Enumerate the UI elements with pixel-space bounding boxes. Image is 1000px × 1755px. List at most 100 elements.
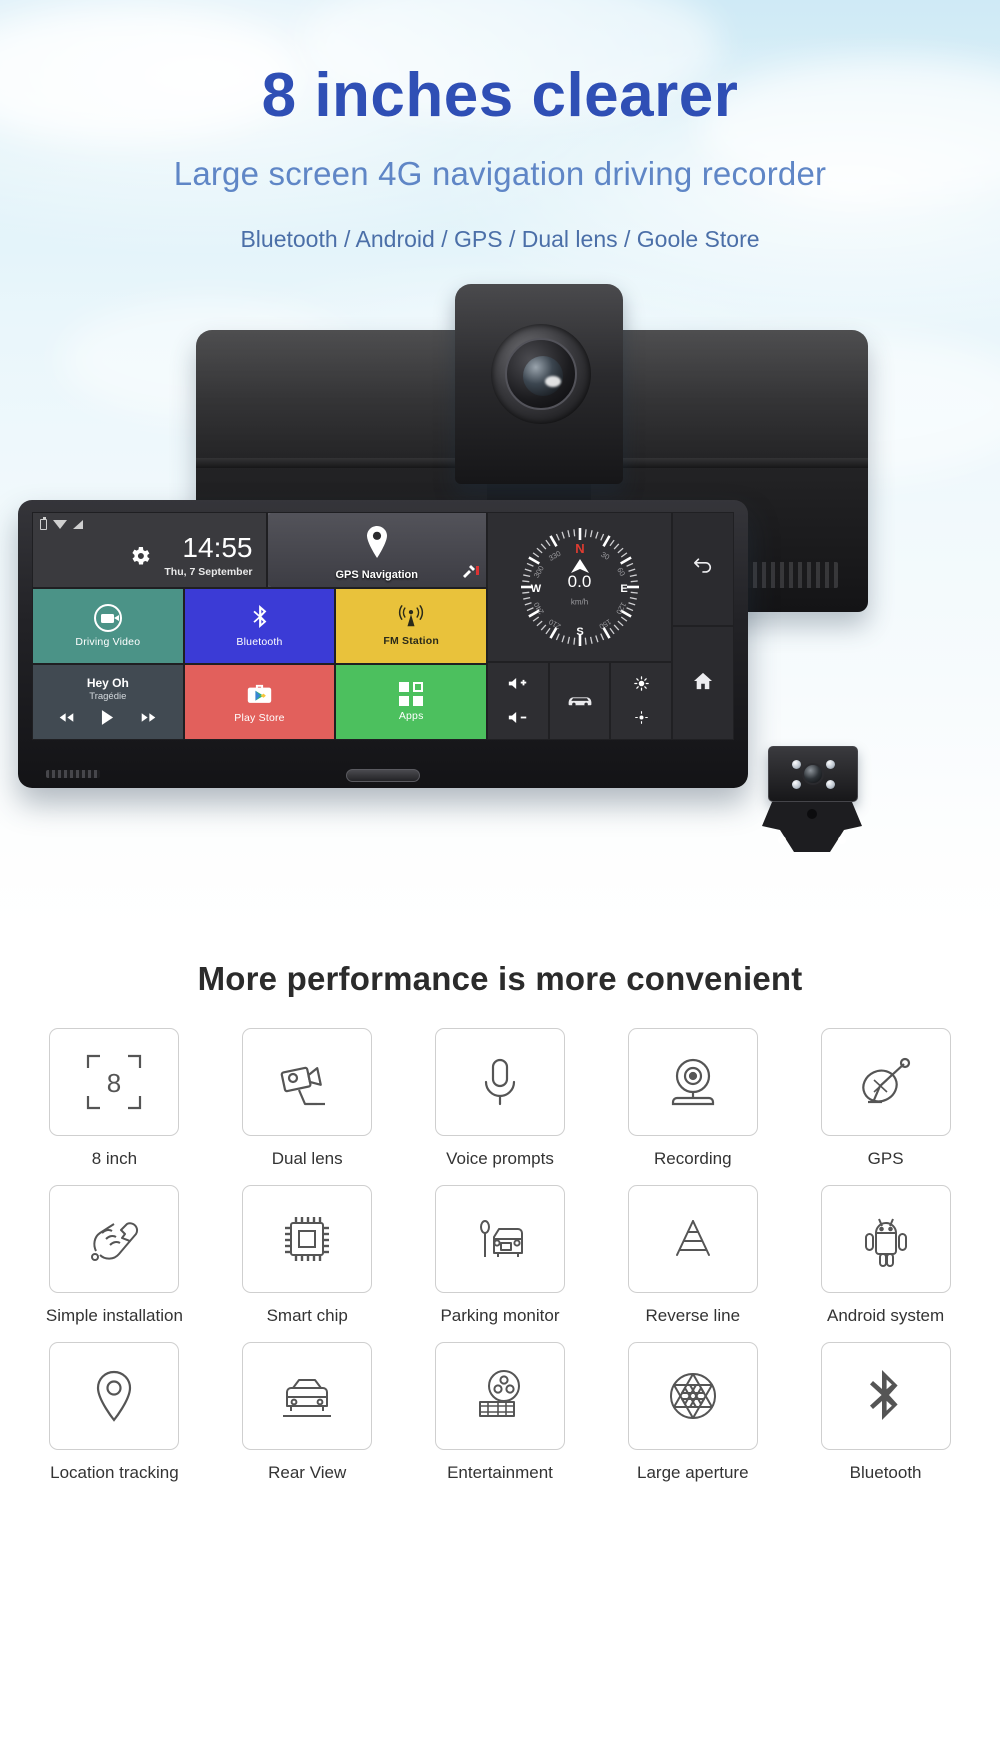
back-button[interactable] bbox=[672, 512, 734, 626]
feature-label: Voice prompts bbox=[446, 1149, 554, 1168]
music-controls bbox=[58, 709, 157, 728]
location-pin-icon bbox=[97, 1370, 132, 1422]
hero-title: 8 inches clearer bbox=[261, 61, 739, 130]
svg-text:8: 8 bbox=[107, 1068, 121, 1098]
tile-bluetooth[interactable]: Bluetooth bbox=[183, 588, 336, 664]
previous-track-icon[interactable] bbox=[58, 712, 75, 725]
home-icon bbox=[693, 672, 713, 695]
rear-camera-bracket bbox=[758, 800, 866, 854]
compass-south-label: S bbox=[576, 626, 583, 638]
next-track-icon[interactable] bbox=[140, 712, 157, 725]
feature-icon-box bbox=[434, 1028, 565, 1136]
feature-item-android-system[interactable]: Android system bbox=[789, 1185, 982, 1326]
svg-text:300: 300 bbox=[531, 564, 545, 579]
feature-item-8-inch[interactable]: 8 8 inch bbox=[18, 1028, 211, 1169]
play-store-icon bbox=[246, 681, 273, 708]
volume-down-icon[interactable] bbox=[507, 711, 529, 726]
feature-label: Reverse line bbox=[645, 1306, 741, 1325]
tile-label: Apps bbox=[398, 710, 424, 722]
svg-text:330: 330 bbox=[547, 549, 562, 563]
brightness-down-icon[interactable] bbox=[634, 710, 649, 727]
tile-driving-video[interactable]: Driving Video bbox=[32, 588, 184, 664]
feature-icon-box bbox=[820, 1028, 951, 1136]
feature-item-smart-chip[interactable]: Smart chip bbox=[211, 1185, 404, 1326]
satellite-icon bbox=[462, 564, 480, 581]
volume-up-icon[interactable] bbox=[507, 677, 529, 692]
apps-grid-icon bbox=[399, 682, 424, 706]
screen-control-row bbox=[487, 662, 673, 740]
feature-label: Rear View bbox=[268, 1463, 347, 1482]
status-clock-tile[interactable]: 14:55 Thu, 7 September bbox=[32, 512, 267, 588]
hero-section: 8 inches clearer Large screen 4G navigat… bbox=[0, 0, 1000, 930]
feature-item-entertainment[interactable]: Entertainment bbox=[404, 1342, 597, 1483]
feature-item-gps[interactable]: GPS bbox=[789, 1028, 982, 1169]
tile-label: Bluetooth bbox=[236, 636, 283, 648]
satellite-dish-icon bbox=[861, 1057, 910, 1104]
feature-item-reverse-line[interactable]: Reverse line bbox=[596, 1185, 789, 1326]
tile-fm-station[interactable]: FM Station bbox=[335, 588, 488, 664]
tile-music-player[interactable]: Hey Oh Tragédie bbox=[32, 664, 184, 740]
clock-time: 14:55 bbox=[182, 532, 253, 563]
clock-area: 14:55 Thu, 7 September bbox=[40, 530, 259, 582]
screen-tile-grid: 14:55 Thu, 7 September GPS Navigation Dr… bbox=[32, 512, 488, 740]
feature-item-simple-installation[interactable]: Simple installation bbox=[18, 1185, 211, 1326]
feature-label: Large aperture bbox=[637, 1463, 749, 1482]
brightness-up-icon[interactable] bbox=[633, 675, 649, 693]
feature-item-location-tracking[interactable]: Location tracking bbox=[18, 1342, 211, 1483]
screen-row-apps-1: Driving Video Bluetooth FM Station bbox=[32, 588, 488, 664]
feature-item-bluetooth[interactable]: Bluetooth bbox=[789, 1342, 982, 1483]
aperture-icon bbox=[669, 1373, 716, 1419]
hero-subtitle: Large screen 4G navigation driving recor… bbox=[173, 155, 827, 192]
device-home-button[interactable] bbox=[346, 769, 420, 782]
svg-text:60: 60 bbox=[615, 566, 627, 578]
feature-icon-box bbox=[434, 1342, 565, 1450]
feature-icon-box bbox=[49, 1342, 180, 1450]
radio-tower-icon bbox=[396, 605, 426, 631]
device-speaker-grille bbox=[46, 770, 100, 778]
led-icon bbox=[825, 779, 835, 789]
compass-widget[interactable]: N E S W 30 60 120 150 210 240 300 330 0.… bbox=[487, 512, 672, 662]
status-bar bbox=[40, 516, 259, 530]
cpu-chip-icon bbox=[285, 1217, 330, 1261]
compass-dial: N E S W 30 60 120 150 210 240 300 330 0.… bbox=[516, 523, 644, 651]
tile-label: Play Store bbox=[234, 711, 285, 724]
feature-item-rear-view[interactable]: Rear View bbox=[211, 1342, 404, 1483]
play-icon[interactable] bbox=[101, 709, 114, 728]
feature-item-recording[interactable]: Recording bbox=[596, 1028, 789, 1169]
gear-icon[interactable] bbox=[128, 544, 152, 568]
feature-label: Smart chip bbox=[266, 1306, 348, 1325]
gps-navigation-tile[interactable]: GPS Navigation bbox=[266, 512, 487, 588]
camera-lens-inner bbox=[523, 356, 563, 396]
speed-unit: km/h bbox=[570, 597, 589, 607]
feature-icon-box bbox=[820, 1342, 951, 1450]
feature-icon-box bbox=[242, 1028, 373, 1136]
car-mode-button[interactable] bbox=[548, 662, 611, 740]
music-track-title: Hey Oh bbox=[86, 676, 129, 690]
volume-controls bbox=[487, 662, 549, 740]
feature-item-large-aperture[interactable]: Large aperture bbox=[596, 1342, 789, 1483]
feature-item-dual-lens[interactable]: Dual lens bbox=[211, 1028, 404, 1169]
features-title: More performance is more convenient bbox=[197, 960, 803, 997]
home-button[interactable] bbox=[672, 626, 734, 740]
device-main-body: 14:55 Thu, 7 September GPS Navigation Dr… bbox=[18, 500, 748, 788]
tile-play-store[interactable]: Play Store bbox=[183, 664, 336, 740]
feature-item-voice-prompts[interactable]: Voice prompts bbox=[404, 1028, 597, 1169]
screen-row-apps-2: Hey Oh Tragédie Play Store Apps bbox=[32, 664, 488, 740]
rear-camera-body bbox=[768, 746, 858, 802]
feature-label: Entertainment bbox=[447, 1463, 553, 1482]
rear-camera-accessory bbox=[752, 738, 872, 866]
feature-label: Simple installation bbox=[45, 1306, 183, 1325]
tile-apps[interactable]: Apps bbox=[335, 664, 488, 740]
feature-label: Dual lens bbox=[271, 1149, 343, 1168]
hand-wrench-icon bbox=[91, 1222, 139, 1261]
rear-view-car-icon bbox=[283, 1379, 332, 1417]
back-arrow-icon bbox=[693, 558, 713, 580]
feature-item-parking-monitor[interactable]: Parking monitor bbox=[404, 1185, 597, 1326]
camera-lens-icon bbox=[491, 324, 591, 424]
rear-camera-lens-icon bbox=[802, 763, 824, 785]
compass-north-label: N bbox=[575, 541, 584, 556]
feature-label: Parking monitor bbox=[440, 1306, 560, 1325]
feature-icon-box: 8 bbox=[49, 1028, 180, 1136]
clock-text: 14:55 Thu, 7 September bbox=[164, 532, 253, 579]
car-icon bbox=[566, 692, 594, 710]
